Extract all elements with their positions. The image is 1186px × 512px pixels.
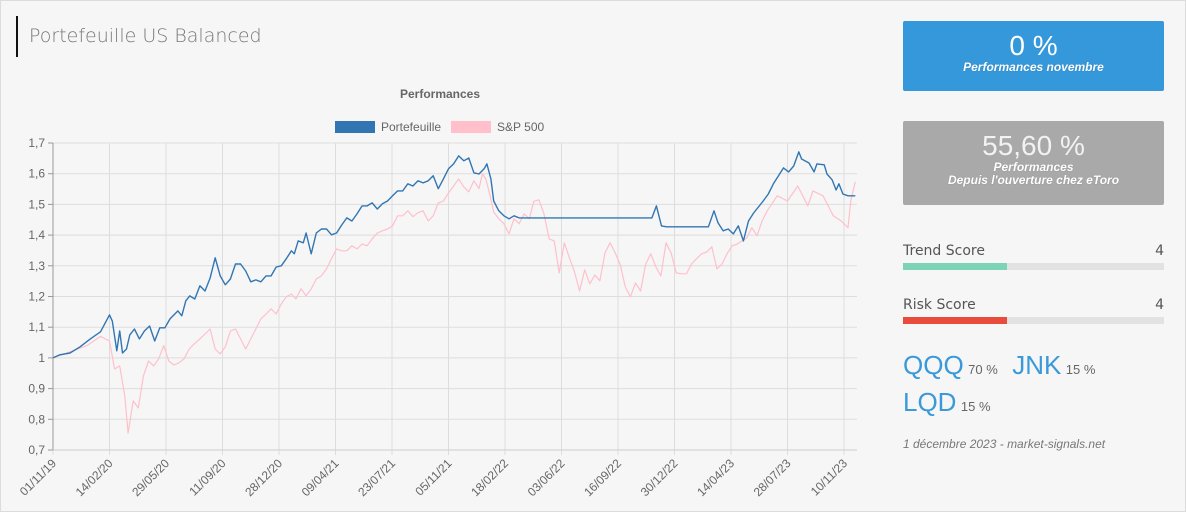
- y-tick-label: 0,7: [28, 443, 45, 457]
- y-tick-label: 0,8: [28, 412, 45, 426]
- trend-score-label: Trend Score: [903, 243, 985, 259]
- trend-score-bar: [903, 263, 1164, 270]
- allocation-item[interactable]: LQD 15 %: [903, 387, 991, 418]
- x-tick-label: 09/04/21: [299, 456, 342, 499]
- risk-score-bar: [903, 317, 1164, 324]
- y-tick-label: 1,2: [28, 290, 45, 304]
- x-tick-label: 11/09/20: [186, 456, 229, 499]
- trend-score-fill: [903, 263, 1008, 270]
- x-tick-label: 23/07/21: [355, 456, 398, 499]
- chart-lines: [52, 151, 856, 434]
- x-tick-label: 28/12/20: [242, 456, 285, 499]
- ticker-symbol: QQQ: [903, 350, 964, 380]
- x-axis: 01/11/19 14/02/20 29/05/20 11/09/20 28/12/20…: [17, 449, 857, 499]
- chart-grid: [52, 142, 857, 455]
- monthly-performance-label: Performances novembre: [963, 60, 1104, 74]
- risk-score-value: 4: [1155, 297, 1164, 313]
- monthly-performance-card: 0 % Performances novembre: [903, 21, 1164, 91]
- x-tick-label: 16/09/22: [581, 456, 624, 499]
- trend-score: Trend Score 4: [903, 243, 1164, 270]
- x-tick-label: 01/11/19: [17, 456, 60, 499]
- x-tick-label: 28/07/23: [751, 456, 794, 499]
- x-tick-label: 14/04/23: [694, 456, 737, 499]
- ticker-weight: 15 %: [1065, 362, 1096, 377]
- total-performance-value: 55,60 %: [982, 130, 1085, 161]
- x-tick-label: 05/11/21: [412, 456, 455, 499]
- monthly-performance-value: 0 %: [1009, 30, 1058, 61]
- allocation-list: QQQ 70 % JNK 15 % LQD 15 %: [903, 350, 1164, 418]
- performance-chart: 1,7 1,6 1,5 1,4 1,3 1,2 1,1 1 0,9 0,8 0,7 01/11/19…: [17, 136, 857, 499]
- allocation-item[interactable]: JNK 15 %: [1012, 350, 1095, 381]
- total-performance-label-2: Depuis l'ouverture chez eToro: [947, 173, 1120, 187]
- y-tick-label: 1,1: [28, 320, 45, 334]
- risk-score: Risk Score 4: [903, 297, 1164, 324]
- footer-note: 1 décembre 2023 - market-signals.net: [903, 437, 1106, 451]
- y-tick-label: 1,4: [28, 228, 45, 242]
- ticker-weight: 70 %: [968, 362, 998, 377]
- series-line-sp500: [52, 173, 856, 434]
- y-tick-label: 0,9: [28, 382, 45, 396]
- y-tick-label: 1,7: [28, 136, 45, 150]
- trend-score-value: 4: [1155, 243, 1164, 259]
- risk-score-label: Risk Score: [903, 297, 976, 313]
- ticker-symbol: LQD: [903, 387, 957, 417]
- y-tick-label: 1,3: [28, 259, 45, 273]
- ticker-weight: 15 %: [960, 399, 991, 414]
- x-tick-label: 14/02/20: [73, 456, 116, 499]
- x-tick-label: 03/06/22: [525, 456, 568, 499]
- x-tick-label: 30/12/22: [638, 456, 681, 499]
- x-tick-label: 18/02/22: [468, 456, 511, 499]
- y-tick-label: 1,6: [28, 167, 45, 181]
- y-tick-label: 1: [38, 351, 45, 365]
- y-tick-label: 1,5: [28, 197, 45, 211]
- risk-score-fill: [903, 317, 1008, 324]
- total-performance-card: 55,60 % Performances Depuis l'ouverture …: [903, 121, 1164, 205]
- y-axis: 1,7 1,6 1,5 1,4 1,3 1,2 1,1 1 0,9 0,8 0,7: [28, 136, 54, 457]
- ticker-symbol: JNK: [1012, 350, 1062, 380]
- x-tick-label: 29/05/20: [129, 456, 172, 499]
- allocation-item[interactable]: QQQ 70 %: [903, 350, 998, 381]
- x-tick-label: 10/11/23: [808, 456, 851, 499]
